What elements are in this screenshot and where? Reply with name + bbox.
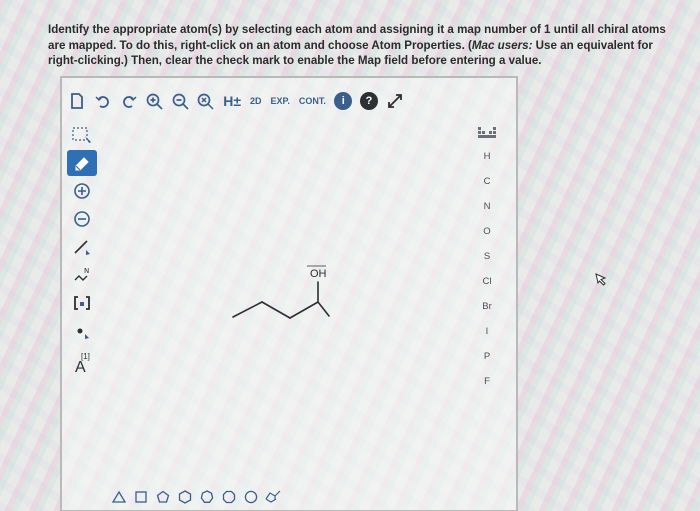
element-n[interactable]: N bbox=[473, 194, 501, 219]
fullscreen-button[interactable] bbox=[383, 89, 406, 113]
clean-2d-label: 2D bbox=[250, 96, 262, 106]
top-toolbar: H± 2D EXP. CONT. i ? bbox=[66, 88, 406, 114]
cyclopentane-button[interactable] bbox=[154, 488, 172, 506]
element-o[interactable]: O bbox=[473, 219, 501, 244]
info-button[interactable]: i bbox=[332, 89, 355, 113]
bond-1 bbox=[232, 301, 263, 318]
element-s[interactable]: S bbox=[473, 244, 501, 269]
cyclobutane-button[interactable] bbox=[132, 488, 150, 506]
benzene-button[interactable] bbox=[264, 488, 282, 506]
negative-charge-tool[interactable] bbox=[67, 206, 97, 232]
pentagon-icon bbox=[156, 490, 170, 503]
element-f[interactable]: F bbox=[473, 369, 501, 394]
radical-tool[interactable] bbox=[67, 318, 97, 344]
pointer-icon bbox=[595, 273, 607, 286]
zoom-reset-icon bbox=[198, 93, 214, 110]
bond-3 bbox=[289, 301, 319, 319]
zoom-out-icon bbox=[172, 93, 189, 110]
help-icon: ? bbox=[359, 92, 378, 110]
element-h[interactable]: H bbox=[473, 144, 501, 169]
atom-map-tool[interactable]: [1] A bbox=[67, 346, 97, 380]
cyclopropane-button[interactable] bbox=[110, 488, 128, 506]
chain-icon: N bbox=[74, 267, 89, 281]
bracket-tool[interactable] bbox=[67, 290, 97, 316]
document-icon bbox=[71, 93, 84, 109]
selection-tool[interactable] bbox=[67, 122, 97, 148]
instructions-mac-note: Mac users: bbox=[471, 38, 533, 52]
octagon-icon bbox=[222, 490, 236, 504]
hydrogen-toggle-button[interactable]: H± bbox=[220, 89, 244, 113]
ring-toolbar bbox=[110, 486, 310, 508]
element-cl[interactable]: Cl bbox=[473, 269, 501, 294]
undo-icon bbox=[95, 96, 109, 108]
chain-tool[interactable]: N bbox=[67, 262, 97, 288]
positive-charge-tool[interactable] bbox=[67, 178, 97, 204]
periodic-table-icon bbox=[478, 127, 496, 138]
atom-label: A bbox=[75, 358, 86, 376]
element-p[interactable]: P bbox=[473, 344, 501, 369]
hexagon-icon bbox=[178, 490, 192, 504]
square-icon bbox=[135, 491, 147, 503]
element-i[interactable]: I bbox=[473, 319, 501, 344]
zoom-reset-button[interactable] bbox=[195, 89, 218, 113]
periodic-table-button[interactable] bbox=[473, 122, 501, 144]
single-bond-icon bbox=[74, 240, 90, 255]
clean-2d-button[interactable]: 2D bbox=[247, 89, 265, 113]
cycloheptane-button[interactable] bbox=[198, 488, 216, 506]
redo-button[interactable] bbox=[117, 89, 140, 113]
bond-2 bbox=[261, 301, 291, 319]
contract-button[interactable]: CONT. bbox=[296, 89, 329, 113]
eraser-tool[interactable] bbox=[67, 150, 97, 176]
new-document-button[interactable] bbox=[66, 89, 89, 113]
contract-label: CONT. bbox=[298, 96, 326, 106]
bond-4 bbox=[317, 301, 330, 317]
zoom-out-button[interactable] bbox=[169, 89, 192, 113]
expand-label: EXP. bbox=[270, 96, 290, 106]
left-toolbar: N [1] A bbox=[64, 122, 100, 380]
help-button[interactable]: ? bbox=[358, 89, 381, 113]
cyclononane-button[interactable] bbox=[242, 488, 260, 506]
element-c[interactable]: C bbox=[473, 169, 501, 194]
drawing-canvas[interactable]: OH bbox=[102, 118, 470, 482]
lasso-select-icon bbox=[72, 127, 91, 143]
info-icon: i bbox=[334, 92, 353, 110]
mouse-cursor bbox=[594, 272, 608, 291]
element-toolbar: H C N O S Cl Br I P F bbox=[472, 122, 502, 394]
expand-button[interactable]: EXP. bbox=[268, 89, 293, 113]
molecule-editor: H± 2D EXP. CONT. i ? N [1] A H C N O S C… bbox=[60, 76, 518, 511]
undo-button[interactable] bbox=[92, 89, 115, 113]
molecule-structure: OH bbox=[232, 265, 330, 319]
element-br[interactable]: Br bbox=[473, 294, 501, 319]
hydroxyl-label[interactable]: OH bbox=[310, 268, 327, 280]
dot-icon bbox=[77, 328, 89, 339]
redo-icon bbox=[122, 96, 137, 108]
zoom-in-button[interactable] bbox=[143, 89, 166, 113]
triangle-icon bbox=[112, 490, 126, 503]
expand-arrows-icon bbox=[387, 94, 402, 108]
instructions-text: Identify the appropriate atom(s) by sele… bbox=[48, 22, 684, 69]
minus-circle-icon bbox=[74, 211, 90, 227]
benzene-chair-icon bbox=[265, 490, 281, 503]
bond-tool[interactable] bbox=[67, 234, 97, 260]
cyclohexane-button[interactable] bbox=[176, 488, 194, 506]
plus-circle-icon bbox=[74, 183, 90, 199]
eraser-icon bbox=[75, 157, 89, 171]
heptagon-icon bbox=[200, 490, 214, 503]
zoom-in-icon bbox=[146, 93, 163, 110]
cyclooctane-button[interactable] bbox=[220, 488, 238, 506]
bracket-icon bbox=[74, 296, 90, 310]
svg-text:N: N bbox=[84, 267, 89, 275]
circle-ring-icon bbox=[244, 490, 258, 504]
